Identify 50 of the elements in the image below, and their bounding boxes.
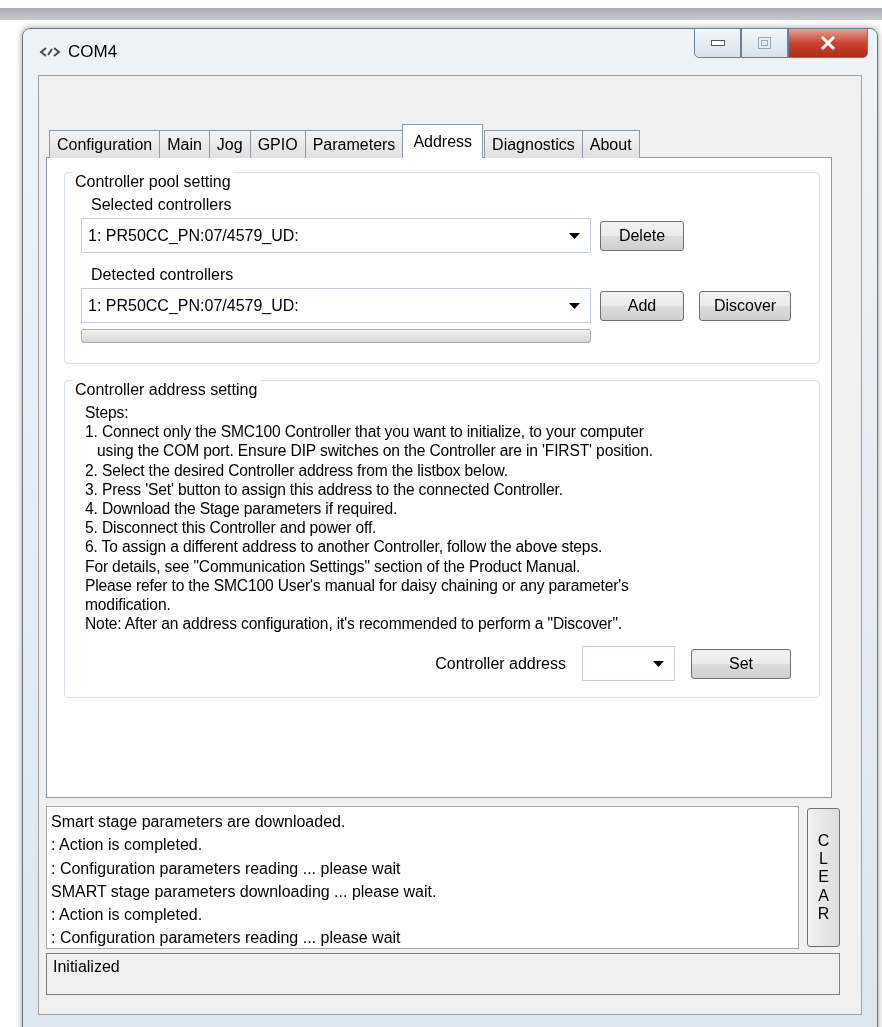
dropdown[interactable]: 1: PR50CC_PN:07/4579_UD: xyxy=(81,218,591,253)
instruction-line: 4. Download the Stage parameters if required. xyxy=(85,499,398,519)
tab[interactable]: Configuration xyxy=(49,130,161,158)
close-icon xyxy=(820,36,836,50)
dropdown-arrow-icon xyxy=(569,302,580,309)
maximize-button[interactable] xyxy=(741,28,788,58)
clear-button[interactable]: CLEAR xyxy=(807,808,840,947)
instruction-line: 6. To assign a different address to another Controller, follow the above steps. xyxy=(85,537,603,557)
instruction-line: modification. xyxy=(85,595,171,615)
instruction-line: Steps: xyxy=(85,403,129,423)
group-title: Controller pool setting xyxy=(72,172,234,191)
log-line: SMART stage parameters downloading ... please wait. xyxy=(51,881,437,902)
tab[interactable]: Parameters xyxy=(304,130,404,158)
tab[interactable]: Address xyxy=(402,124,484,158)
instruction-line: Note: After an address configuration, it's recommended to perform a "Discover". xyxy=(85,614,622,634)
discover-button[interactable]: Discover xyxy=(699,290,791,321)
delete-button[interactable]: Delete xyxy=(600,220,684,251)
instruction-line: using the COM port. Ensure DIP switches on the Controller are in 'FIRST' position. xyxy=(96,441,653,461)
field-label: Controller address xyxy=(435,654,566,673)
instruction-line: 3. Press 'Set' button to assign this address to the connected Controller. xyxy=(85,479,563,499)
log-line: Smart stage parameters are downloaded. xyxy=(51,812,346,832)
add-button[interactable]: Add xyxy=(600,290,684,321)
dropdown-arrow-icon xyxy=(653,660,664,667)
field-label: Detected controllers xyxy=(90,265,234,285)
log-line: : Configuration parameters reading ... please wait xyxy=(51,858,401,879)
minimize-icon xyxy=(710,40,725,46)
window-title: COM4 xyxy=(68,42,118,62)
log-line: : Action is completed. xyxy=(51,905,203,926)
instruction-line: Please refer to the SMC100 User's manual for daisy chaining or any parameter's xyxy=(85,575,629,596)
log-line: : Configuration parameters reading ... please wait xyxy=(51,928,401,949)
maximize-icon xyxy=(758,37,771,49)
instruction-line: 1. Connect only the SMC100 Controller that you want to initialize, to your computer xyxy=(85,422,644,442)
close-button[interactable] xyxy=(788,28,868,58)
log-line: : Action is completed. xyxy=(51,835,203,856)
group-title: Controller address setting xyxy=(72,380,261,399)
tab[interactable]: Diagnostics xyxy=(484,130,583,158)
minimize-button[interactable] xyxy=(694,28,741,58)
tab[interactable]: Main xyxy=(159,130,210,158)
set-button[interactable]: Set xyxy=(691,648,791,679)
instruction-line: 2. Select the desired Controller address from the listbox below. xyxy=(85,460,508,480)
tab[interactable]: GPIO xyxy=(249,130,306,158)
field-label: Selected controllers xyxy=(90,195,232,215)
link-icon xyxy=(38,46,62,58)
dropdown-arrow-icon xyxy=(569,232,580,239)
dropdown[interactable]: 1: PR50CC_PN:07/4579_UD: xyxy=(81,288,591,323)
instruction-line: For details, see "Communication Settings" section of the Product Manual. xyxy=(85,556,581,576)
status-bar: Initialized xyxy=(46,953,840,995)
tab[interactable]: About xyxy=(581,130,640,158)
tab[interactable]: Jog xyxy=(208,130,251,158)
instruction-line: 5. Disconnect this Controller and power off. xyxy=(85,518,377,538)
